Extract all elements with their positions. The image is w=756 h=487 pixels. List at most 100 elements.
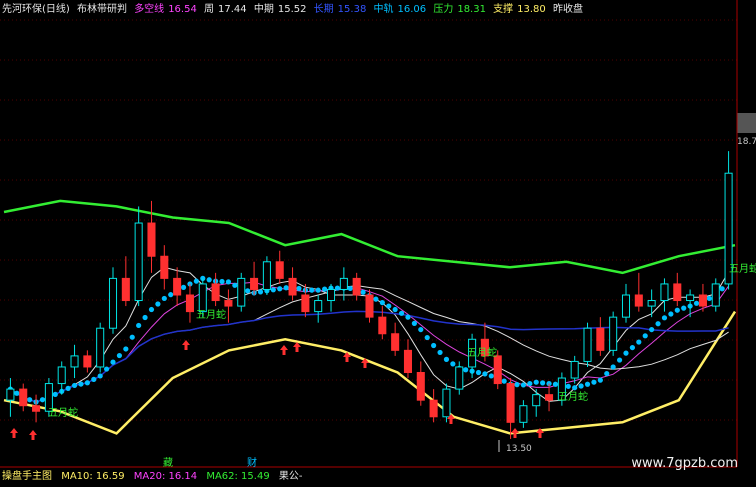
bottom-label: 财 (247, 456, 257, 469)
candle-body (6, 388, 15, 401)
center-dot (443, 356, 450, 362)
center-dot (129, 334, 135, 340)
watermark: www.7gpzb.com (631, 456, 738, 471)
candle-body (224, 300, 233, 307)
center-dot (450, 361, 456, 367)
candle-body (442, 388, 451, 418)
candle-body (609, 316, 618, 351)
center-dot (501, 378, 507, 384)
candle-body (288, 277, 297, 296)
center-dot (488, 373, 494, 379)
center-dot (334, 285, 341, 291)
snake-label: 五月蛇 (558, 390, 588, 403)
center-dot (206, 277, 212, 283)
candle-body (70, 355, 79, 368)
buy-arrow-icon (280, 345, 288, 355)
center-dot (360, 289, 366, 295)
center-dot (373, 296, 379, 302)
center-dot (584, 381, 591, 387)
buy-arrow-icon (29, 430, 37, 440)
candle-body (403, 349, 413, 374)
center-dot (161, 295, 167, 302)
center-dot (14, 390, 20, 396)
center-dot (642, 333, 648, 339)
candle-body (19, 388, 28, 407)
candle-body (455, 366, 464, 390)
center-dot (283, 285, 289, 291)
candle-body (314, 300, 323, 313)
center-dot (681, 305, 687, 311)
center-dot (142, 314, 148, 321)
center-dot (655, 321, 661, 327)
bottom-label: 藏 (163, 457, 173, 469)
center-dot (463, 367, 469, 373)
center-dot (475, 369, 482, 376)
center-dot (482, 371, 488, 377)
candle-body (121, 277, 130, 302)
center-dot (219, 278, 225, 285)
candle-body (711, 283, 720, 307)
center-dot (91, 376, 97, 382)
center-dot (591, 379, 597, 385)
center-dot (527, 380, 533, 387)
candle-body (83, 355, 92, 368)
center-dot (71, 382, 78, 389)
center-dot (110, 359, 116, 365)
center-dot (322, 286, 328, 292)
ma62-value: MA62: 15.49 (206, 471, 270, 482)
center-dot (398, 310, 405, 316)
center-dot (610, 364, 616, 370)
center-dot (309, 287, 315, 293)
candle-body (391, 333, 400, 351)
center-dot (597, 377, 603, 383)
center-dot (405, 314, 411, 320)
center-dot (649, 326, 655, 333)
candle-body (134, 222, 143, 302)
upper-band-line (3, 199, 736, 275)
center-dot (565, 383, 571, 389)
center-dot (572, 385, 578, 391)
snake-label: 五月蛇 (729, 262, 756, 275)
candle-body (275, 261, 284, 279)
candle-body (160, 255, 169, 279)
center-dot (437, 349, 443, 356)
center-dot (277, 286, 283, 292)
center-dot (193, 278, 199, 284)
buy-arrow-icon (10, 428, 18, 438)
snake-label: 五月蛇 (48, 406, 78, 419)
center-dot (245, 288, 251, 294)
candle-body (519, 405, 528, 423)
center-dot (315, 287, 321, 293)
center-dot (431, 342, 437, 349)
center-dot (424, 334, 430, 341)
center-dot (168, 292, 174, 298)
candle-body (647, 300, 656, 307)
center-dot (225, 279, 232, 285)
footer-tail: 果公- (278, 471, 303, 482)
candle-body (429, 399, 438, 418)
candle-body (147, 222, 156, 257)
center-dot (661, 315, 668, 321)
candle-body (673, 283, 682, 302)
buy-arrow-icon (293, 342, 301, 352)
candle-body (621, 294, 631, 318)
ma10-value: MA10: 16.59 (61, 471, 125, 482)
center-dot (65, 385, 71, 391)
center-dot (270, 287, 276, 293)
center-dot (52, 391, 58, 397)
center-dot (296, 285, 302, 292)
candle-body (570, 360, 579, 379)
candle-body (545, 394, 554, 401)
candle-body (698, 294, 707, 307)
center-dot (552, 381, 559, 387)
center-dot (578, 383, 584, 389)
buy-arrow-icon (511, 428, 519, 438)
candle-body (686, 294, 695, 302)
center-dot (84, 380, 90, 386)
chart-window: { "header": { "indicator_name": "先河环保(日线… (0, 0, 756, 487)
center-dot (623, 350, 629, 356)
footer-ma-bar: 操盘手主图 MA10: 16.59 MA20: 16.14 MA62: 15.4… (2, 470, 308, 484)
buy-arrow-icon (182, 340, 190, 350)
candle-body (583, 327, 592, 362)
candle-body (378, 316, 387, 335)
